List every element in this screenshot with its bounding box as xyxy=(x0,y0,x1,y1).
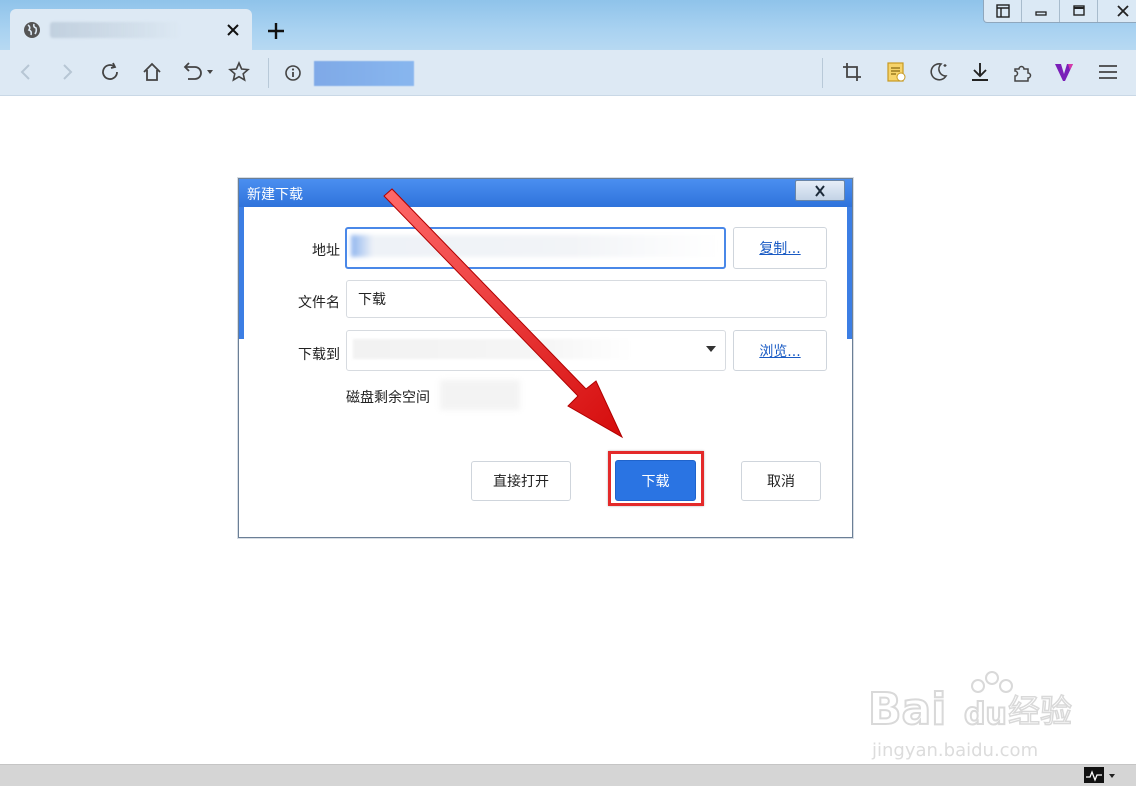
open-directly-label: 直接打开 xyxy=(493,474,549,490)
disk-space-label: 磁盘剩余空间 xyxy=(346,390,430,406)
back-button[interactable] xyxy=(14,60,38,84)
notes-button[interactable] xyxy=(884,60,908,84)
browse-button-label: 浏览... xyxy=(759,343,801,360)
download-icon xyxy=(972,63,988,81)
browser-titlebar xyxy=(0,0,1136,50)
address-bar[interactable] xyxy=(314,61,414,86)
notepad-icon xyxy=(887,62,906,82)
status-bar xyxy=(0,764,1136,786)
browser-toolbar xyxy=(0,50,1136,96)
download-button[interactable]: 下载 xyxy=(615,460,696,501)
undo-icon xyxy=(183,62,213,80)
v-logo-icon xyxy=(1055,64,1073,81)
url-label: 地址 xyxy=(312,243,340,259)
cancel-button[interactable]: 取消 xyxy=(741,461,821,501)
download-button-label: 下载 xyxy=(641,473,670,490)
minimize-button[interactable] xyxy=(1022,0,1060,22)
minimize-icon xyxy=(1034,11,1047,16)
night-mode-button[interactable] xyxy=(926,60,950,84)
save-to-label: 下载到 xyxy=(298,347,340,363)
browser-tab[interactable] xyxy=(10,9,252,50)
extensions-button[interactable] xyxy=(1010,60,1034,84)
dialog-border-right xyxy=(847,207,852,339)
filename-label: 文件名 xyxy=(298,295,340,311)
maximize-icon xyxy=(1072,5,1085,16)
toolbar-separator xyxy=(822,58,823,88)
reload-button[interactable] xyxy=(98,60,122,84)
crop-icon xyxy=(843,63,861,81)
forward-button[interactable] xyxy=(55,60,79,84)
home-button[interactable] xyxy=(140,60,164,84)
copy-button-label: 复制... xyxy=(759,241,801,257)
performance-graph-icon[interactable] xyxy=(1084,767,1120,783)
globe-icon xyxy=(24,22,40,38)
star-icon xyxy=(228,61,250,82)
chevron-right-icon xyxy=(63,64,73,80)
window-controls xyxy=(983,0,1136,23)
url-value xyxy=(351,235,718,257)
close-icon xyxy=(815,184,825,197)
maximize-button[interactable] xyxy=(1060,0,1098,22)
cancel-button-label: 取消 xyxy=(767,474,795,490)
window-close-button[interactable] xyxy=(1098,0,1136,22)
save-to-value xyxy=(353,339,633,359)
dialog-border-left xyxy=(239,207,244,339)
toolbar-separator xyxy=(268,58,269,88)
svg-text:du: du xyxy=(964,697,1007,732)
reload-icon xyxy=(102,62,118,80)
save-to-select[interactable] xyxy=(346,330,726,371)
dialog-titlebar[interactable]: 新建下载 xyxy=(239,179,852,207)
bookmark-button[interactable] xyxy=(227,60,251,84)
dialog-close-button[interactable] xyxy=(795,180,845,201)
svg-text:jingyan.baidu.com: jingyan.baidu.com xyxy=(871,740,1038,761)
home-icon xyxy=(143,62,161,81)
filename-input[interactable] xyxy=(346,280,827,318)
copy-button[interactable]: 复制... xyxy=(733,227,827,269)
filename-text[interactable] xyxy=(356,290,792,308)
url-input[interactable] xyxy=(345,227,726,269)
window-layout-icon xyxy=(995,4,1010,18)
downloads-button[interactable] xyxy=(968,60,992,84)
browse-button[interactable]: 浏览... xyxy=(733,330,827,371)
close-icon xyxy=(1117,5,1129,17)
baidu-jingyan-watermark: Bai du 经验 jingyan.baidu.com xyxy=(867,671,1073,761)
dialog-title: 新建下载 xyxy=(247,187,303,203)
window-mode-button[interactable] xyxy=(984,0,1022,22)
chevron-left-icon xyxy=(20,64,30,80)
hamburger-menu-icon xyxy=(1099,65,1117,79)
moon-icon xyxy=(930,63,948,81)
new-tab-icon[interactable] xyxy=(265,20,287,42)
close-tab-icon[interactable] xyxy=(222,19,244,41)
undo-close-button[interactable] xyxy=(180,60,216,84)
dropdown-caret-icon xyxy=(706,346,716,352)
vip-button[interactable] xyxy=(1052,60,1076,84)
open-directly-button[interactable]: 直接打开 xyxy=(471,461,571,501)
disk-space-value xyxy=(440,380,520,410)
svg-text:经验: 经验 xyxy=(1008,692,1072,730)
svg-text:Bai: Bai xyxy=(868,684,946,735)
menu-button[interactable] xyxy=(1096,60,1120,84)
tab-title xyxy=(50,22,180,38)
screenshot-button[interactable] xyxy=(840,60,864,84)
info-icon[interactable] xyxy=(283,63,303,83)
puzzle-icon xyxy=(1014,65,1032,82)
